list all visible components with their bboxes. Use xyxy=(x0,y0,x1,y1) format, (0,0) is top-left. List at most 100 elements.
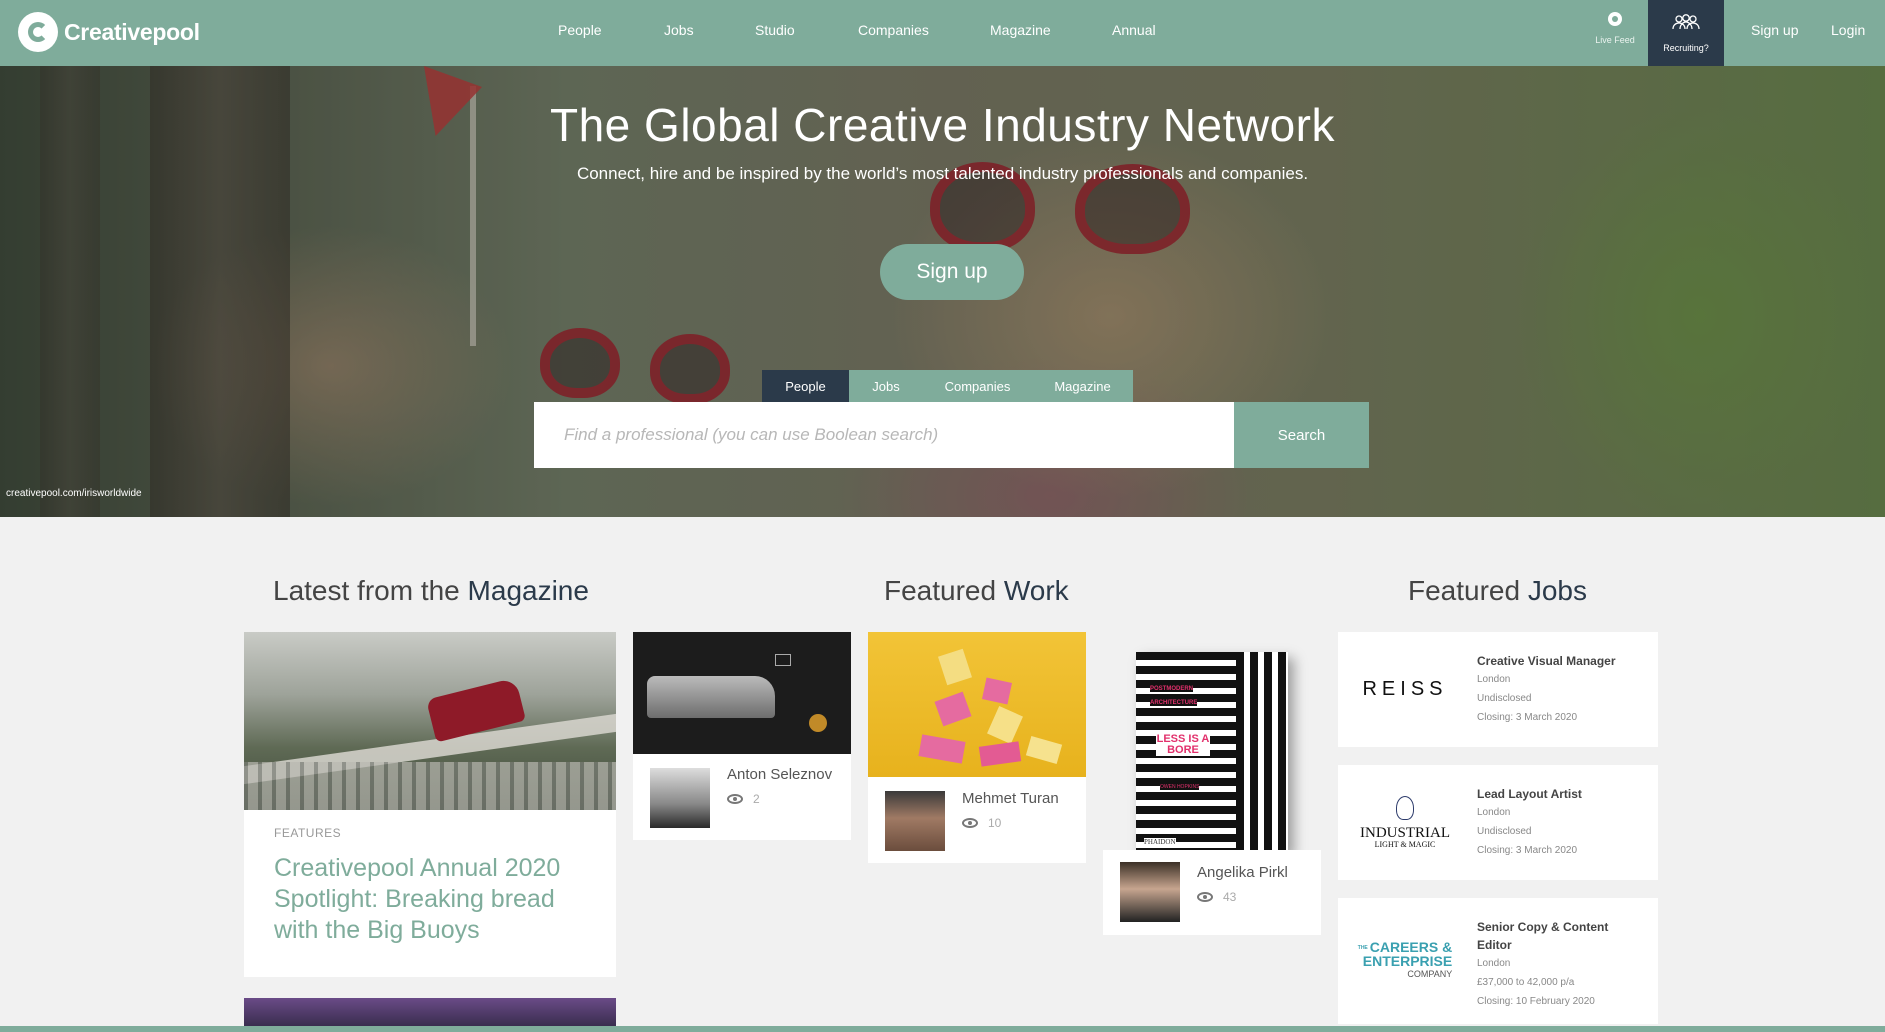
featured-jobs-section-title: Featured Jobs xyxy=(1408,575,1587,607)
nav-studio[interactable]: Studio xyxy=(755,22,795,38)
company-logo-careers-enterprise: THE CAREERS & ENTERPRISE COMPANY xyxy=(1350,898,1460,1024)
image-hoop xyxy=(775,654,791,666)
job-location: London xyxy=(1477,958,1511,969)
logo-text: Creativepool xyxy=(64,18,200,45)
person-name[interactable]: Mehmet Turan xyxy=(962,790,1059,807)
work-thumbnail-packaging xyxy=(868,632,1086,777)
magazine-section-title: Latest from the Magazine xyxy=(273,575,589,607)
eye-icon xyxy=(962,818,978,828)
book-publisher: PHAIDON xyxy=(1144,838,1176,846)
search-tab-magazine[interactable]: Magazine xyxy=(1032,370,1133,402)
live-feed-icon xyxy=(1608,12,1622,26)
job-title[interactable]: Senior Copy & Content Editor xyxy=(1477,918,1627,954)
job-title[interactable]: Creative Visual Manager xyxy=(1477,652,1627,670)
avatar-mehmet-turan[interactable] xyxy=(885,791,945,851)
magazine-feature-card[interactable]: FEATURES Creativepool Annual 2020 Spotli… xyxy=(244,632,616,977)
magazine-feature-image xyxy=(244,632,616,810)
image-car xyxy=(647,676,775,718)
featured-work-card[interactable]: POSTMODERN ARCHITECTURE LESS IS A BORE O… xyxy=(1103,632,1321,935)
search-tab-people[interactable]: People xyxy=(762,370,849,402)
title-bold: Work xyxy=(1003,575,1069,606)
view-count-value: 10 xyxy=(988,816,1002,830)
job-card[interactable]: INDUSTRIAL LIGHT & MAGIC Lead Layout Art… xyxy=(1338,765,1658,880)
person-name[interactable]: Anton Seleznov xyxy=(727,766,832,783)
creativepool-logo[interactable]: Creativepool xyxy=(18,10,200,54)
top-navigation-bar: Creativepool People Jobs Studio Companie… xyxy=(0,0,1885,66)
lightbulb-icon xyxy=(1396,796,1414,820)
nav-annual[interactable]: Annual xyxy=(1112,22,1156,38)
job-closing: Closing: 3 March 2020 xyxy=(1477,712,1578,723)
work-thumbnail-delorean xyxy=(633,632,851,754)
nav-jobs[interactable]: Jobs xyxy=(664,22,694,38)
book-line1: POSTMODERN xyxy=(1150,686,1194,692)
view-count: 10 xyxy=(962,816,1001,830)
book-author: OWEN HOPKINS xyxy=(1160,784,1200,790)
search-tab-jobs[interactable]: Jobs xyxy=(849,370,923,402)
avatar-anton-seleznov[interactable] xyxy=(650,768,710,828)
company-logo-ilm: INDUSTRIAL LIGHT & MAGIC xyxy=(1350,765,1460,880)
company-logo-text: INDUSTRIAL xyxy=(1360,825,1450,841)
job-card[interactable]: THE CAREERS & ENTERPRISE COMPANY Senior C… xyxy=(1338,898,1658,1024)
job-location: London xyxy=(1477,674,1511,685)
nav-magazine[interactable]: Magazine xyxy=(990,22,1051,38)
live-feed-label: Live Feed xyxy=(1595,35,1635,45)
image-ball xyxy=(809,714,827,732)
hero-title: The Global Creative Industry Network xyxy=(550,99,1335,151)
view-count-value: 2 xyxy=(753,792,760,806)
job-closing: Closing: 3 March 2020 xyxy=(1477,845,1578,856)
magazine-work-card[interactable]: Anton Seleznov 2 xyxy=(633,632,851,840)
recruiting-button[interactable]: Recruiting? xyxy=(1648,0,1724,66)
avatar-angelika-pirkl[interactable] xyxy=(1120,862,1180,922)
book-vertical-stripes xyxy=(1236,652,1288,852)
work-thumbnail-book: POSTMODERN ARCHITECTURE LESS IS A BORE O… xyxy=(1136,652,1288,852)
people-group-icon xyxy=(1648,14,1724,34)
image-box xyxy=(938,648,972,686)
hero-subtitle: Connect, hire and be inspired by the wor… xyxy=(576,164,1309,183)
article-category: FEATURES xyxy=(274,826,342,840)
featured-work-card[interactable]: Mehmet Turan 10 xyxy=(868,632,1086,863)
job-salary: £37,000 to 42,000 p/a xyxy=(1477,977,1575,988)
job-closing: Closing: 10 February 2020 xyxy=(1477,996,1595,1007)
book-title: LESS IS A BORE xyxy=(1156,733,1210,756)
image-box xyxy=(987,706,1023,744)
title-light: Featured xyxy=(884,575,1004,606)
bottom-accent-strip xyxy=(0,1026,1885,1032)
view-count: 2 xyxy=(727,792,760,806)
featured-work-section-title: Featured Work xyxy=(884,575,1069,607)
live-feed-button[interactable]: Live Feed xyxy=(1590,12,1640,48)
image-box xyxy=(918,734,966,764)
image-railing xyxy=(244,762,616,810)
company-logo-prefix: THE xyxy=(1357,944,1368,951)
title-light: Latest from the xyxy=(273,575,468,606)
eye-icon xyxy=(727,794,743,804)
title-bold: Jobs xyxy=(1527,575,1588,606)
search-tab-companies[interactable]: Companies xyxy=(923,370,1032,402)
image-box xyxy=(934,691,972,727)
login-link[interactable]: Login xyxy=(1831,22,1865,38)
view-count: 43 xyxy=(1197,890,1236,904)
person-name[interactable]: Angelika Pirkl xyxy=(1197,864,1288,881)
image-box xyxy=(978,741,1022,767)
article-headline[interactable]: Creativepool Annual 2020 Spotlight: Brea… xyxy=(274,853,594,946)
search-button[interactable]: Search xyxy=(1234,402,1369,468)
sign-up-link[interactable]: Sign up xyxy=(1751,22,1798,38)
company-logo-subtext: LIGHT & MAGIC xyxy=(1374,840,1436,849)
recruiting-label: Recruiting? xyxy=(1663,43,1709,53)
nav-companies[interactable]: Companies xyxy=(858,22,929,38)
hero-sign-up-button[interactable]: Sign up xyxy=(880,244,1024,300)
magazine-next-card[interactable] xyxy=(244,998,616,1026)
company-logo-text: REISS xyxy=(1362,678,1448,700)
company-logo-line2: ENTERPRISE xyxy=(1362,952,1453,969)
work-author-card[interactable]: Angelika Pirkl 43 xyxy=(1103,850,1321,935)
creativepool-logo-icon xyxy=(18,12,58,52)
job-card[interactable]: REISS Creative Visual Manager London Und… xyxy=(1338,632,1658,747)
image-credit[interactable]: creativepool.com/irisworldwide xyxy=(6,488,142,499)
hero-banner: The Global Creative Industry Network Con… xyxy=(0,66,1885,517)
job-title[interactable]: Lead Layout Artist xyxy=(1477,785,1627,803)
book-line2: ARCHITECTURE xyxy=(1150,700,1198,706)
image-box xyxy=(1025,735,1063,765)
nav-people[interactable]: People xyxy=(558,22,602,38)
title-light: Featured xyxy=(1408,575,1528,606)
search-input[interactable] xyxy=(534,402,1234,468)
job-location: London xyxy=(1477,807,1511,818)
